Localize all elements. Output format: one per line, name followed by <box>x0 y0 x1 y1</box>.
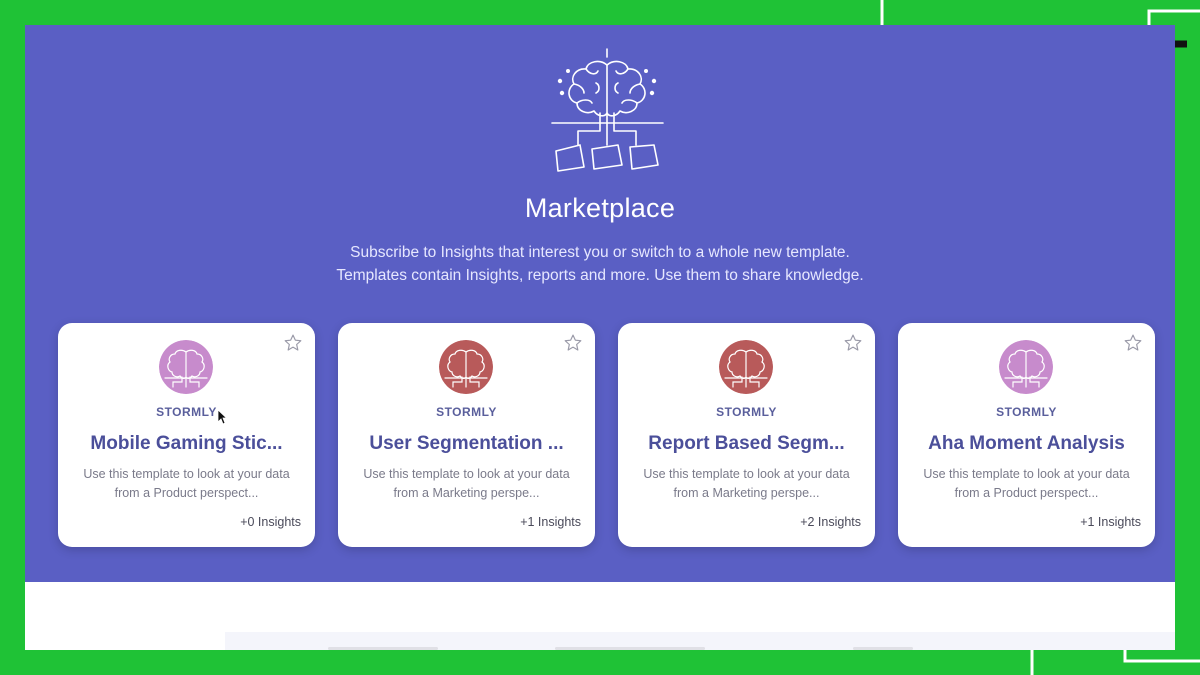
star-outline-icon[interactable] <box>563 333 583 353</box>
brain-avatar-icon <box>159 340 213 394</box>
brain-avatar-icon <box>999 340 1053 394</box>
card-description: Use this template to look at your data f… <box>72 465 301 503</box>
card-vendor: STORMLY <box>996 405 1057 419</box>
card-description-line-2: from a Marketing perspe... <box>673 486 820 500</box>
template-card[interactable]: STORMLY Report Based Segm... Use this te… <box>618 323 875 547</box>
brain-network-icon <box>551 48 664 172</box>
card-description-line-2: from a Product perspect... <box>114 486 259 500</box>
card-insights-count: +2 Insights <box>800 515 861 529</box>
card-description: Use this template to look at your data f… <box>912 465 1141 503</box>
card-vendor: STORMLY <box>716 405 777 419</box>
star-outline-icon[interactable] <box>283 333 303 353</box>
card-vendor: STORMLY <box>436 405 497 419</box>
mouse-cursor-icon <box>217 409 227 425</box>
card-description: Use this template to look at your data f… <box>352 465 581 503</box>
card-title[interactable]: Mobile Gaming Stic... <box>58 433 315 455</box>
card-description-line-1: Use this template to look at your data <box>643 467 850 481</box>
marketplace-hero: Marketplace Subscribe to Insights that i… <box>25 25 1175 582</box>
card-description-line-1: Use this template to look at your data <box>923 467 1130 481</box>
card-description-line-2: from a Marketing perspe... <box>393 486 540 500</box>
page-subtitle: Subscribe to Insights that interest you … <box>25 241 1175 287</box>
card-title[interactable]: User Segmentation ... <box>338 433 595 455</box>
star-outline-icon[interactable] <box>1123 333 1143 353</box>
template-card[interactable]: STORMLY Aha Moment Analysis Use this tem… <box>898 323 1155 547</box>
template-card[interactable]: STORMLY Mobile Gaming Stic... Use this t… <box>58 323 315 547</box>
filter-tab[interactable] <box>328 647 438 650</box>
filter-tab[interactable] <box>853 647 913 650</box>
card-title[interactable]: Aha Moment Analysis <box>898 433 1155 455</box>
page-title: Marketplace <box>524 193 676 223</box>
brain-avatar-icon <box>439 340 493 394</box>
card-description: Use this template to look at your data f… <box>632 465 861 503</box>
subtitle-line-2: Templates contain Insights, reports and … <box>336 267 864 284</box>
app-screen: Marketplace Subscribe to Insights that i… <box>25 25 1175 650</box>
filter-tab[interactable] <box>555 647 705 650</box>
card-vendor: STORMLY <box>156 405 217 419</box>
subtitle-line-1: Subscribe to Insights that interest you … <box>350 244 850 261</box>
card-description-line-2: from a Product perspect... <box>954 486 1099 500</box>
card-description-line-1: Use this template to look at your data <box>363 467 570 481</box>
brain-avatar-icon <box>719 340 773 394</box>
card-title[interactable]: Report Based Segm... <box>618 433 875 455</box>
template-card[interactable]: STORMLY User Segmentation ... Use this t… <box>338 323 595 547</box>
star-outline-icon[interactable] <box>843 333 863 353</box>
card-description-line-1: Use this template to look at your data <box>83 467 290 481</box>
card-insights-count: +1 Insights <box>520 515 581 529</box>
card-insights-count: +1 Insights <box>1080 515 1141 529</box>
card-insights-count: +0 Insights <box>240 515 301 529</box>
